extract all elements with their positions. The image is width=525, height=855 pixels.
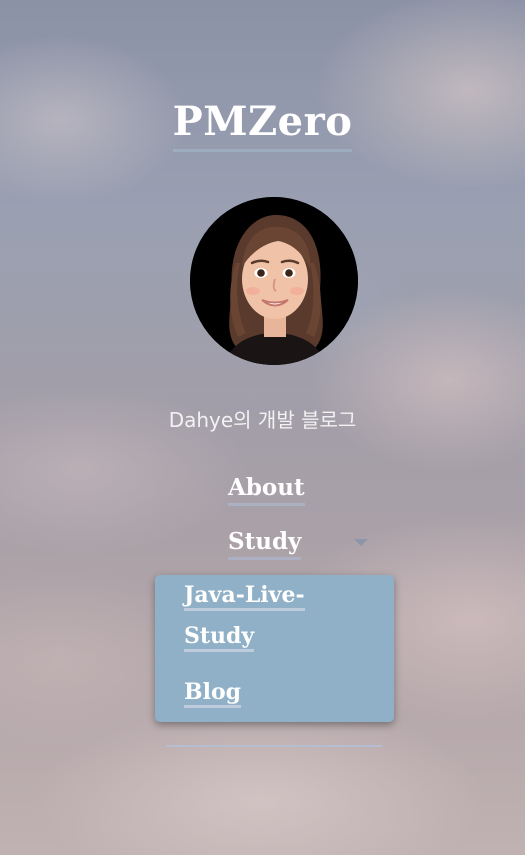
site-tagline: Dahye의 개발 블로그 <box>168 408 357 432</box>
study-dropdown-menu: Java-Live-Study Blog <box>155 575 394 722</box>
memoji-avatar-icon <box>190 197 358 365</box>
avatar <box>190 197 358 365</box>
nav-link-about[interactable]: About <box>228 473 305 506</box>
section-divider <box>166 745 382 747</box>
dropdown-item-blog[interactable]: Blog <box>184 672 374 713</box>
dropdown-item-label: Java-Live-Study <box>184 582 305 652</box>
nav-link-study[interactable]: Study <box>228 527 302 560</box>
site-title-link[interactable]: PMZero <box>172 96 353 152</box>
dropdown-item-java-live-study[interactable]: Java-Live-Study <box>184 575 334 657</box>
dropdown-caret-icon[interactable] <box>354 539 368 546</box>
dropdown-item-label: Blog <box>184 679 242 708</box>
site-header: PMZero <box>0 96 525 152</box>
